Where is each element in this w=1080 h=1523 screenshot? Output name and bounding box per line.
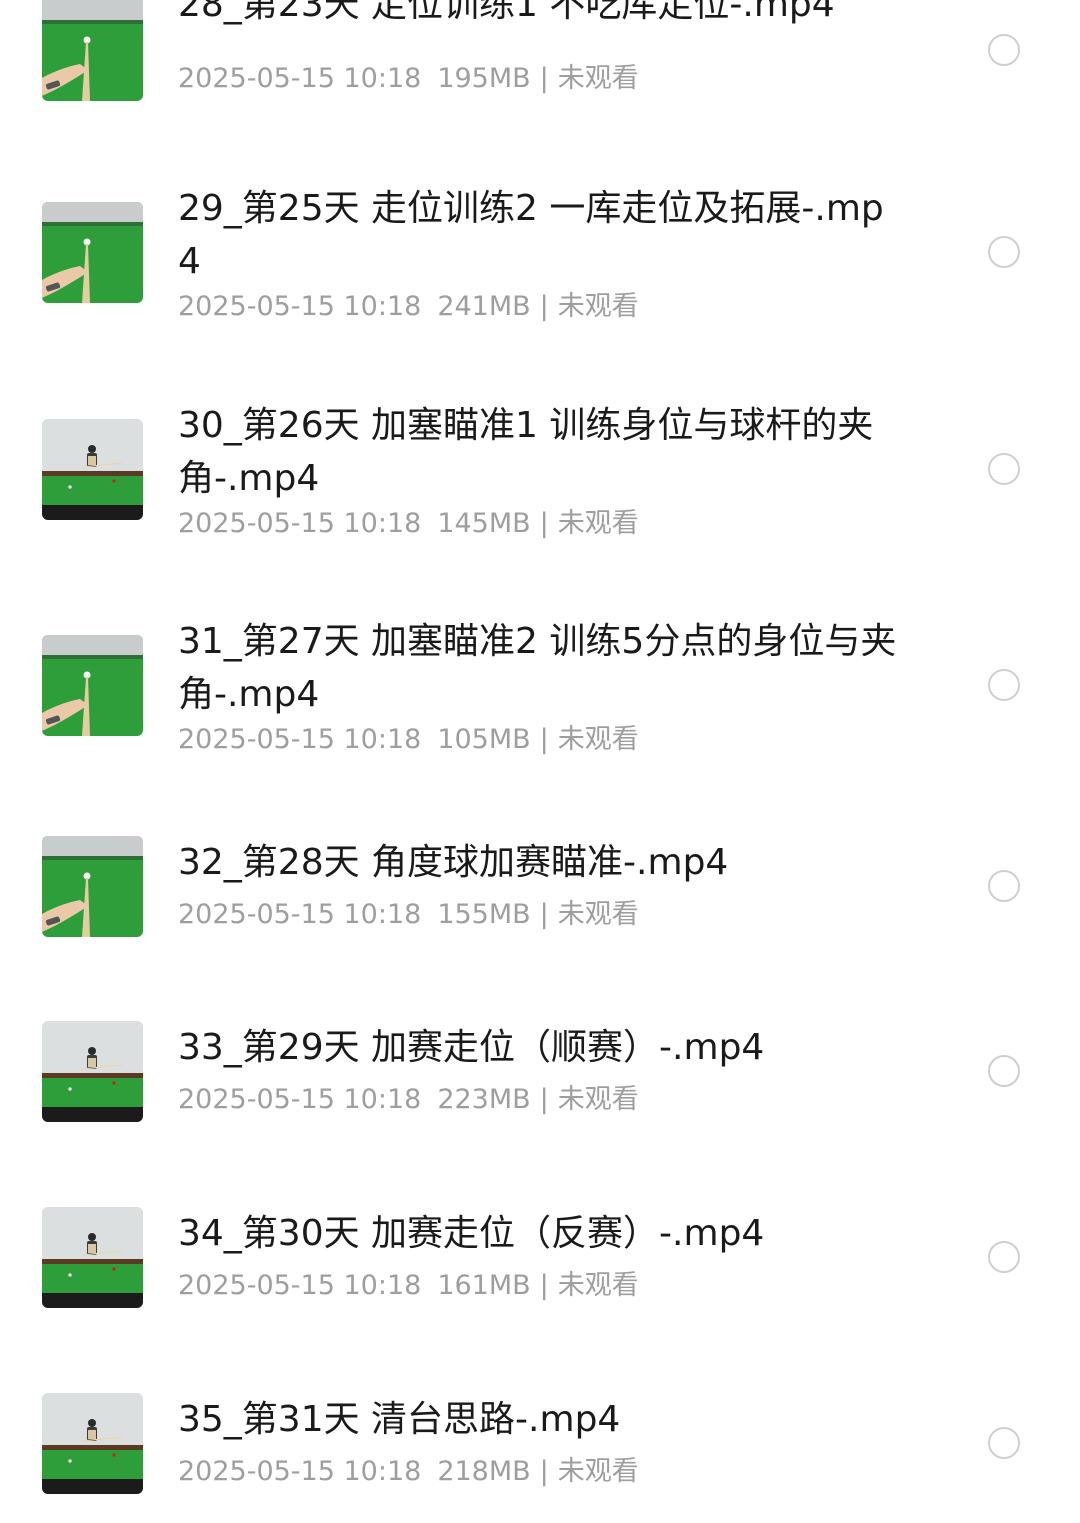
video-thumbnail-player xyxy=(42,1021,143,1122)
file-date: 2025-05-15 10:18 xyxy=(178,1270,422,1301)
meta-separator: | xyxy=(539,724,549,755)
file-size: 145MB xyxy=(437,508,531,539)
file-size: 241MB xyxy=(437,291,531,322)
meta-separator: | xyxy=(539,1270,549,1301)
select-radio[interactable] xyxy=(988,1055,1020,1087)
watch-status: 未观看 xyxy=(557,724,639,755)
file-size: 218MB xyxy=(437,1456,531,1487)
meta-separator: | xyxy=(539,63,549,94)
file-meta: 2025-05-15 10:18 195MB | 未观看 xyxy=(178,62,639,96)
file-meta: 2025-05-15 10:18 218MB | 未观看 xyxy=(178,1455,639,1489)
select-radio[interactable] xyxy=(988,236,1020,268)
video-thumbnail-closeup xyxy=(42,202,143,303)
file-title: 32_第28天 角度球加赛瞄准-.mp4 xyxy=(178,842,729,883)
file-title: 31_第27天 加塞瞄准2 训练5分点的身位与夹角-.mp4 xyxy=(178,621,897,715)
file-title: 30_第26天 加塞瞄准1 训练身位与球杆的夹角-.mp4 xyxy=(178,405,874,499)
file-date: 2025-05-15 10:18 xyxy=(178,1084,422,1115)
file-title: 33_第29天 加赛走位（顺赛）-.mp4 xyxy=(178,1027,765,1068)
select-radio[interactable] xyxy=(988,1427,1020,1459)
file-meta: 2025-05-15 10:18 161MB | 未观看 xyxy=(178,1269,639,1303)
file-meta: 2025-05-15 10:18 155MB | 未观看 xyxy=(178,898,639,932)
select-radio[interactable] xyxy=(988,1241,1020,1273)
video-thumbnail-player xyxy=(42,419,143,520)
video-thumbnail-player xyxy=(42,1207,143,1308)
watch-status: 未观看 xyxy=(557,1270,639,1301)
file-meta: 2025-05-15 10:18 241MB | 未观看 xyxy=(178,290,639,324)
meta-separator: | xyxy=(539,291,549,322)
select-radio[interactable] xyxy=(988,669,1020,701)
video-thumbnail-closeup xyxy=(42,0,143,101)
file-meta: 2025-05-15 10:18 105MB | 未观看 xyxy=(178,723,639,757)
watch-status: 未观看 xyxy=(557,508,639,539)
watch-status: 未观看 xyxy=(557,291,639,322)
file-date: 2025-05-15 10:18 xyxy=(178,508,422,539)
file-size: 105MB xyxy=(437,724,531,755)
meta-separator: | xyxy=(539,1456,549,1487)
meta-separator: | xyxy=(539,899,549,930)
file-date: 2025-05-15 10:18 xyxy=(178,1456,422,1487)
file-title: 28_第23天 走位训练1 不吃库走位-.mp4 xyxy=(178,0,835,25)
watch-status: 未观看 xyxy=(557,899,639,930)
meta-separator: | xyxy=(539,508,549,539)
select-radio[interactable] xyxy=(988,34,1020,66)
watch-status: 未观看 xyxy=(557,63,639,94)
file-meta: 2025-05-15 10:18 145MB | 未观看 xyxy=(178,507,639,541)
file-date: 2025-05-15 10:18 xyxy=(178,899,422,930)
select-radio[interactable] xyxy=(988,870,1020,902)
file-size: 155MB xyxy=(437,899,531,930)
file-title: 34_第30天 加赛走位（反赛）-.mp4 xyxy=(178,1213,765,1254)
file-size: 223MB xyxy=(437,1084,531,1115)
file-date: 2025-05-15 10:18 xyxy=(178,63,422,94)
video-thumbnail-player xyxy=(42,1393,143,1494)
file-size: 161MB xyxy=(437,1270,531,1301)
video-thumbnail-closeup xyxy=(42,635,143,736)
file-date: 2025-05-15 10:18 xyxy=(178,291,422,322)
file-title: 29_第25天 走位训练2 一库走位及拓展-.mp4 xyxy=(178,188,884,282)
file-date: 2025-05-15 10:18 xyxy=(178,724,422,755)
watch-status: 未观看 xyxy=(557,1084,639,1115)
file-meta: 2025-05-15 10:18 223MB | 未观看 xyxy=(178,1083,639,1117)
file-size: 195MB xyxy=(437,63,531,94)
select-radio[interactable] xyxy=(988,453,1020,485)
watch-status: 未观看 xyxy=(557,1456,639,1487)
file-title: 35_第31天 清台思路-.mp4 xyxy=(178,1399,621,1440)
meta-separator: | xyxy=(539,1084,549,1115)
video-thumbnail-closeup xyxy=(42,836,143,937)
